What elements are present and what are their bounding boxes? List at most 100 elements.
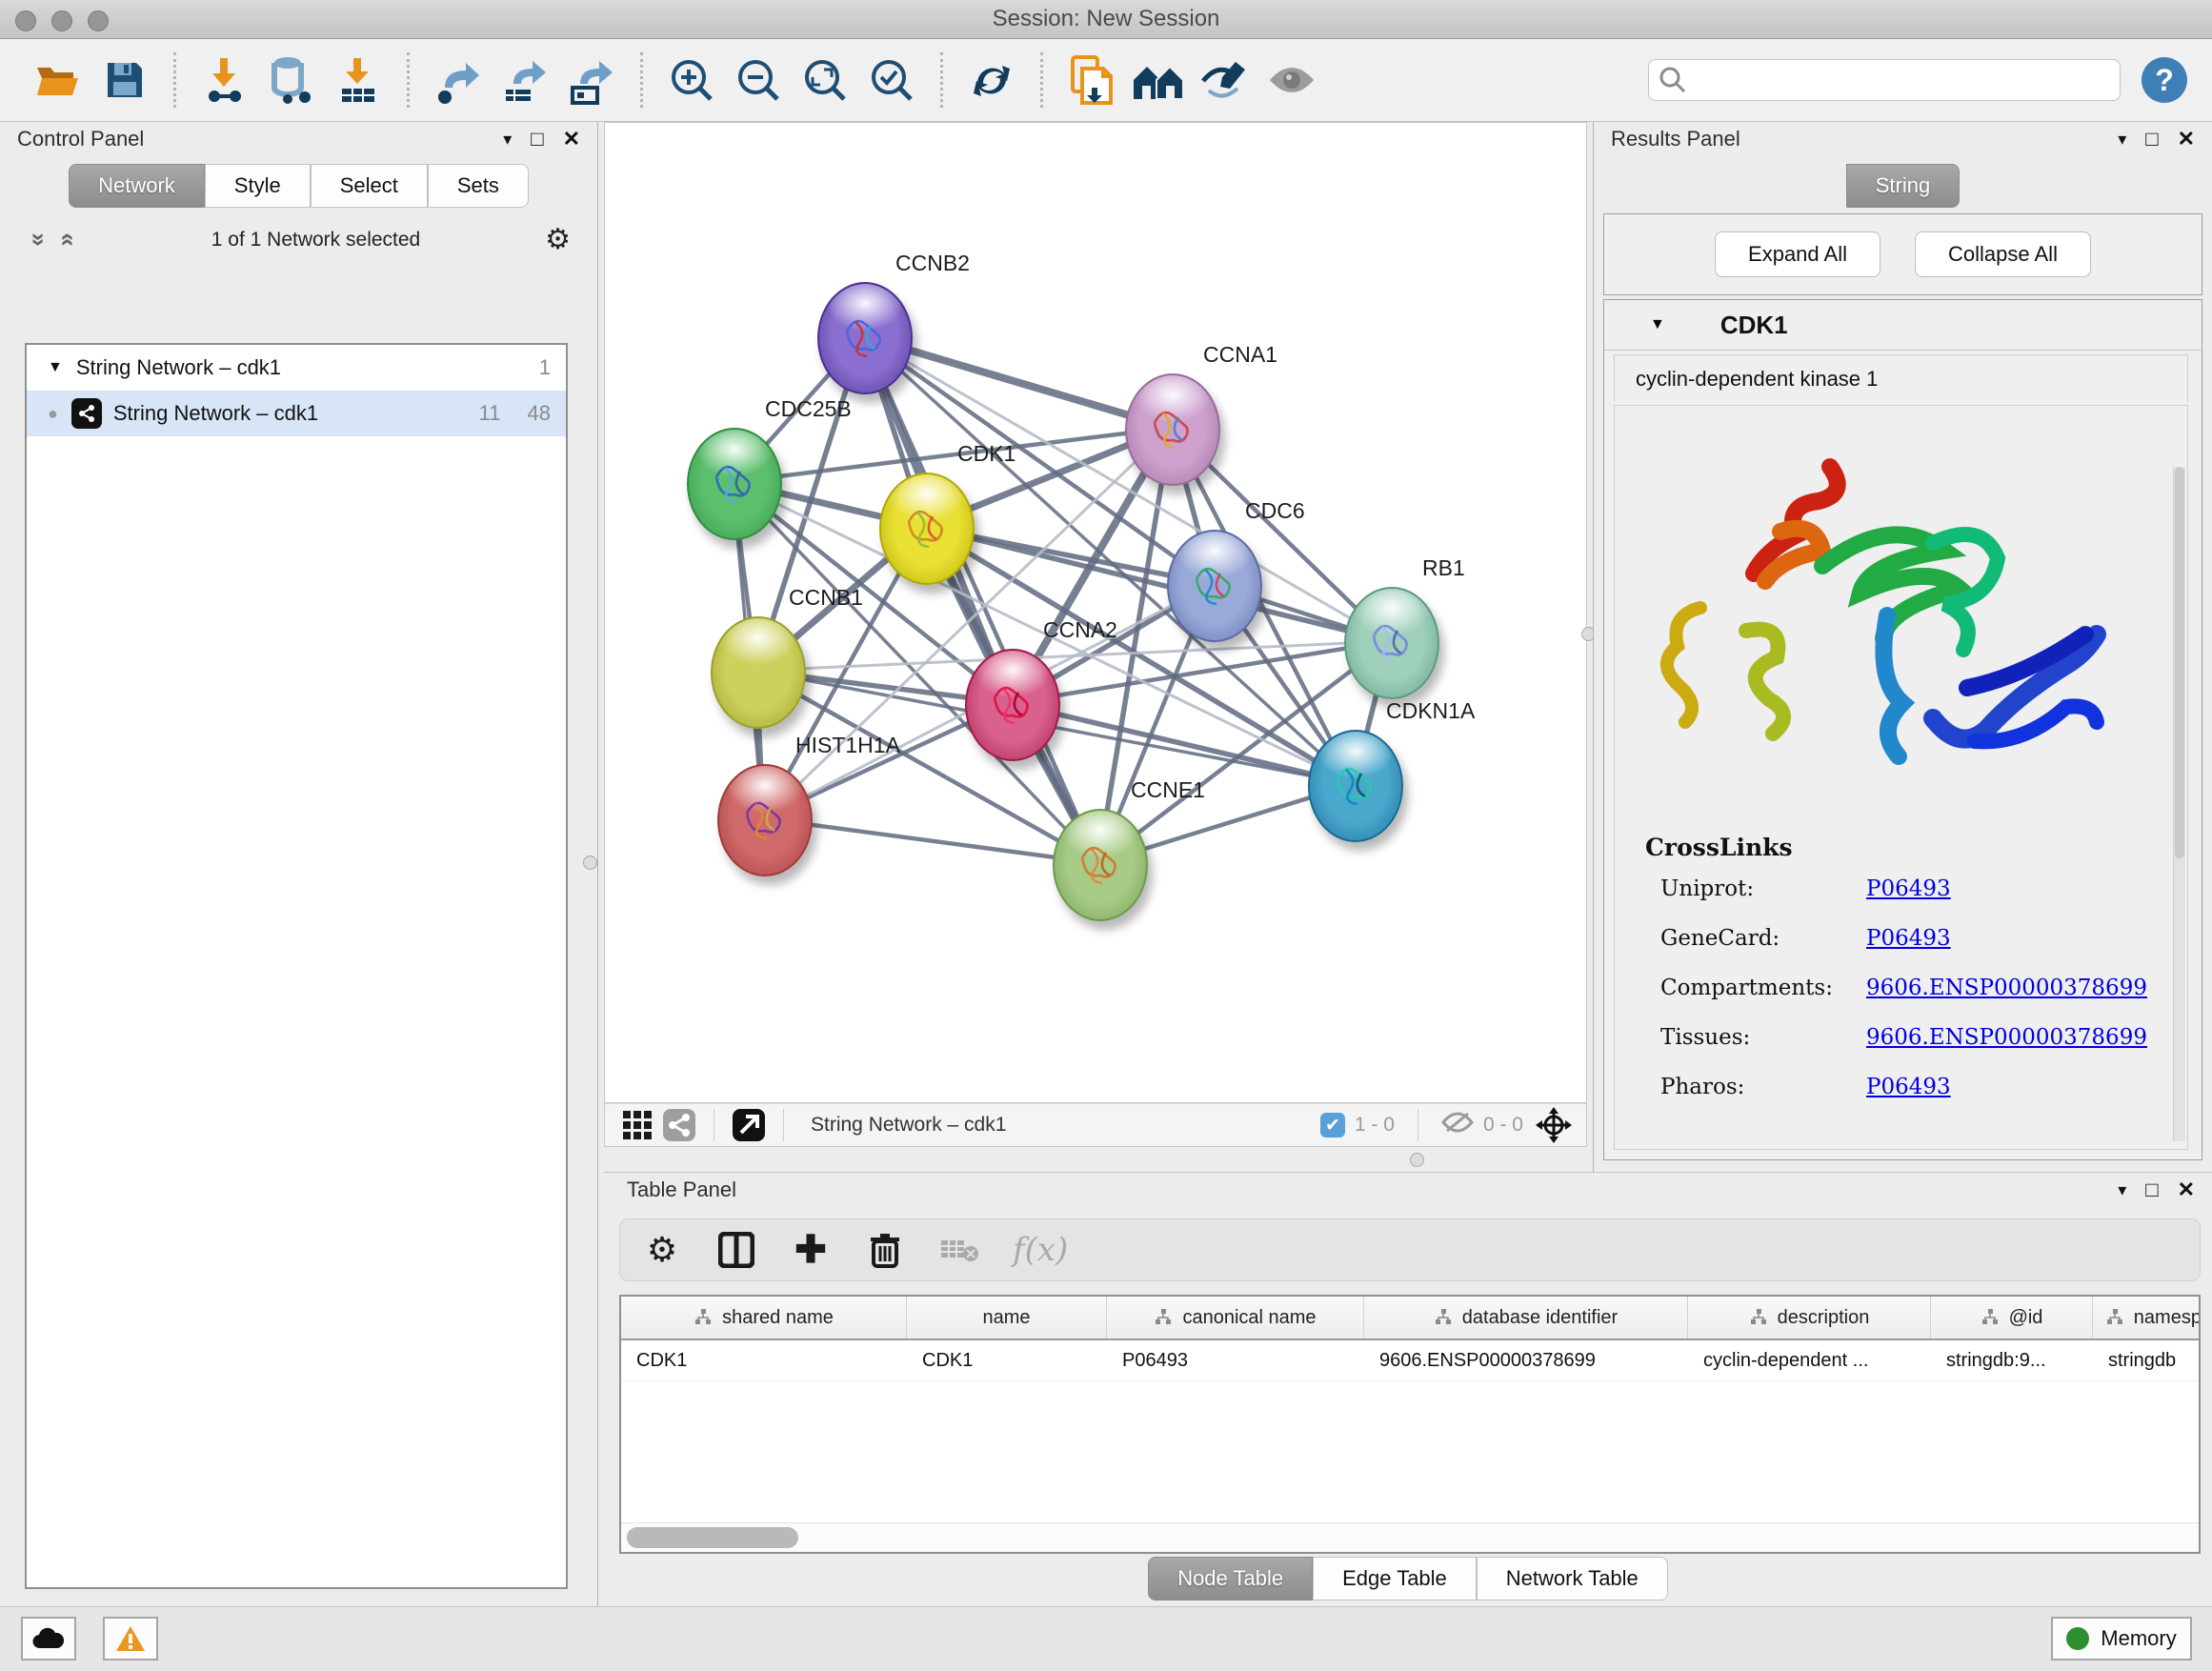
- column-header-canonical-name[interactable]: canonical name: [1107, 1297, 1364, 1339]
- splitter-handle[interactable]: [1410, 1153, 1424, 1167]
- network-node-HIST1H1A[interactable]: [717, 764, 813, 876]
- scrollbar-thumb[interactable]: [627, 1527, 798, 1548]
- tree-expander-icon[interactable]: ▼: [48, 359, 63, 376]
- close-panel-icon[interactable]: ✕: [2178, 127, 2195, 151]
- network-node-CCNB2[interactable]: [817, 282, 913, 394]
- zoom-fit-icon[interactable]: [798, 53, 852, 107]
- table-horizontal-scrollbar[interactable]: [621, 1522, 2199, 1552]
- table-cell[interactable]: CDK1: [621, 1340, 907, 1380]
- network-node-CDC6[interactable]: [1167, 530, 1262, 642]
- table-cell[interactable]: stringdb:9...: [1931, 1340, 2093, 1380]
- delete-column-trash-icon[interactable]: [864, 1229, 906, 1271]
- maximize-panel-icon[interactable]: □: [2145, 127, 2158, 151]
- table-options-gear-icon[interactable]: ⚙: [641, 1229, 683, 1271]
- section-expander-icon[interactable]: ▼: [1650, 316, 1665, 333]
- toggle-graphics-details-icon[interactable]: [1198, 53, 1252, 107]
- network-node-RB1[interactable]: [1344, 587, 1439, 699]
- open-session-icon[interactable]: [31, 53, 85, 107]
- collapse-all-networks-icon[interactable]: »: [51, 232, 81, 246]
- close-panel-icon[interactable]: ✕: [2178, 1178, 2195, 1202]
- expand-all-networks-icon[interactable]: »: [25, 232, 54, 246]
- help-button[interactable]: ?: [2142, 57, 2187, 103]
- network-node-CCNE1[interactable]: [1053, 809, 1148, 921]
- table-cell[interactable]: cyclin-dependent ...: [1688, 1340, 1931, 1380]
- zoom-in-icon[interactable]: [665, 53, 718, 107]
- save-session-icon[interactable]: [98, 53, 151, 107]
- collapse-all-button[interactable]: Collapse All: [1915, 232, 2091, 277]
- network-node-CCNB1[interactable]: [711, 616, 806, 729]
- grid-view-icon[interactable]: [616, 1104, 658, 1146]
- tab-style[interactable]: Style: [205, 164, 311, 208]
- left-splitter[interactable]: [598, 122, 603, 1606]
- tab-network[interactable]: Network: [69, 164, 205, 208]
- tab-network-table[interactable]: Network Table: [1477, 1557, 1668, 1601]
- crosslink-compartments-link[interactable]: 9606.ENSP00000378699: [1866, 976, 2147, 1000]
- show-columns-icon[interactable]: [715, 1229, 757, 1271]
- network-node-CDKN1A[interactable]: [1308, 730, 1403, 842]
- minimize-window-button[interactable]: [51, 10, 72, 31]
- crosslink-tissues-link[interactable]: 9606.ENSP00000378699: [1866, 1025, 2147, 1050]
- network-row[interactable]: ● String Network – cdk1 11 48: [27, 391, 566, 436]
- crosslink-uniprot-link[interactable]: P06493: [1866, 876, 1951, 901]
- network-edge[interactable]: [863, 336, 1098, 863]
- table-cell[interactable]: CDK1: [907, 1340, 1107, 1380]
- column-header-namespace[interactable]: namespace: [2093, 1297, 2201, 1339]
- tab-sets[interactable]: Sets: [428, 164, 529, 208]
- detach-view-icon[interactable]: [728, 1104, 770, 1146]
- close-panel-icon[interactable]: ✕: [563, 127, 580, 151]
- table-panel-splitter[interactable]: [604, 1147, 1587, 1172]
- table-cell[interactable]: 9606.ENSP00000378699: [1364, 1340, 1688, 1380]
- network-edge[interactable]: [1011, 703, 1354, 784]
- tab-select[interactable]: Select: [311, 164, 428, 208]
- network-node-CDC25B[interactable]: [687, 428, 782, 540]
- copy-documents-icon[interactable]: [1065, 53, 1118, 107]
- column-header-description[interactable]: description: [1688, 1297, 1931, 1339]
- network-node-CDK1[interactable]: [879, 473, 975, 585]
- apply-layout-icon[interactable]: [965, 53, 1018, 107]
- network-overview-icon[interactable]: [658, 1104, 700, 1146]
- column-header-name[interactable]: name: [907, 1297, 1107, 1339]
- export-image-icon[interactable]: [565, 53, 618, 107]
- column-header-shared-name[interactable]: shared name: [621, 1297, 907, 1339]
- search-input[interactable]: [1648, 59, 2121, 101]
- network-node-CCNA2[interactable]: [965, 649, 1060, 761]
- float-panel-icon[interactable]: ▾: [2118, 130, 2126, 150]
- tab-node-table[interactable]: Node Table: [1148, 1557, 1313, 1601]
- network-options-gear-icon[interactable]: ⚙: [545, 223, 571, 256]
- export-network-icon[interactable]: [432, 53, 485, 107]
- home-networks-icon[interactable]: [1132, 53, 1185, 107]
- import-network-from-file-icon[interactable]: [198, 53, 251, 107]
- maximize-panel-icon[interactable]: □: [531, 127, 543, 151]
- tab-edge-table[interactable]: Edge Table: [1313, 1557, 1477, 1601]
- tab-string[interactable]: String: [1846, 164, 1960, 208]
- network-node-CCNA1[interactable]: [1125, 373, 1220, 486]
- maximize-panel-icon[interactable]: □: [2145, 1178, 2158, 1202]
- selected-items-checkbox[interactable]: ✔: [1320, 1113, 1345, 1137]
- float-panel-icon[interactable]: ▾: [2118, 1180, 2126, 1200]
- import-table-from-file-icon[interactable]: [332, 53, 385, 107]
- expand-all-button[interactable]: Expand All: [1715, 232, 1880, 277]
- table-cell[interactable]: P06493: [1107, 1340, 1364, 1380]
- column-header--id[interactable]: @id: [1931, 1297, 2093, 1339]
- export-table-icon[interactable]: [498, 53, 552, 107]
- column-header-database-identifier[interactable]: database identifier: [1364, 1297, 1688, 1339]
- zoom-window-button[interactable]: [88, 10, 109, 31]
- close-window-button[interactable]: [15, 10, 36, 31]
- node-navigation-crosshair-icon[interactable]: [1533, 1104, 1575, 1146]
- cloud-status-button[interactable]: [21, 1617, 76, 1661]
- crosslink-genecard-link[interactable]: P06493: [1866, 926, 1951, 951]
- memory-button[interactable]: Memory: [2051, 1617, 2192, 1661]
- network-collection-row[interactable]: ▼ String Network – cdk1 1: [27, 345, 566, 391]
- float-panel-icon[interactable]: ▾: [503, 130, 512, 150]
- zoom-out-icon[interactable]: [732, 53, 785, 107]
- create-column-plus-icon[interactable]: ✚: [790, 1229, 832, 1271]
- table-row[interactable]: CDK1CDK1P064939606.ENSP00000378699cyclin…: [621, 1340, 2199, 1381]
- import-network-from-database-icon[interactable]: [265, 53, 318, 107]
- left-splitter-handle[interactable]: [583, 856, 597, 870]
- search-field[interactable]: [1695, 68, 2110, 92]
- network-canvas[interactable]: CCNB2CCNA1CDC25BCDK1CDC6RB1CCNB1CCNA2CDK…: [604, 122, 1587, 1103]
- warnings-button[interactable]: [103, 1617, 158, 1661]
- crosslink-pharos-link[interactable]: P06493: [1866, 1075, 1951, 1099]
- network-edge[interactable]: [763, 818, 1098, 863]
- table-cell[interactable]: stringdb: [2093, 1340, 2201, 1380]
